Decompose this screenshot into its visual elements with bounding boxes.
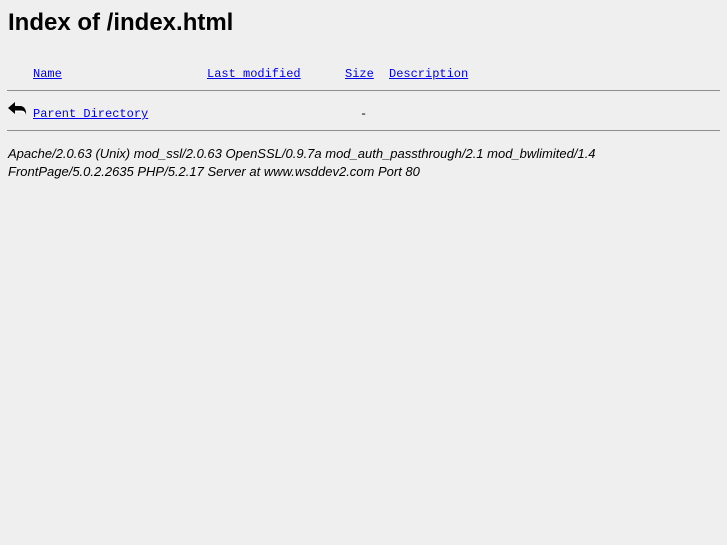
page-title: Index of /index.html — [8, 9, 234, 36]
server-signature-line-1: Apache/2.0.63 (Unix) mod_ssl/2.0.63 Open… — [8, 146, 596, 161]
sort-by-last-modified-link[interactable]: Last modified — [207, 67, 301, 81]
footer-divider — [7, 130, 720, 131]
sort-by-name-link[interactable]: Name — [33, 67, 62, 81]
header-divider — [7, 90, 720, 91]
sort-by-size-link[interactable]: Size — [345, 67, 374, 81]
parent-directory-size: - — [360, 107, 368, 121]
back-arrow-icon — [8, 102, 27, 115]
server-signature: Apache/2.0.63 (Unix) mod_ssl/2.0.63 Open… — [8, 145, 708, 181]
server-signature-line-2: FrontPage/5.0.2.2635 PHP/5.2.17 Server a… — [8, 164, 420, 179]
sort-by-description-link[interactable]: Description — [389, 67, 468, 81]
parent-directory-link[interactable]: Parent Directory — [33, 107, 148, 121]
